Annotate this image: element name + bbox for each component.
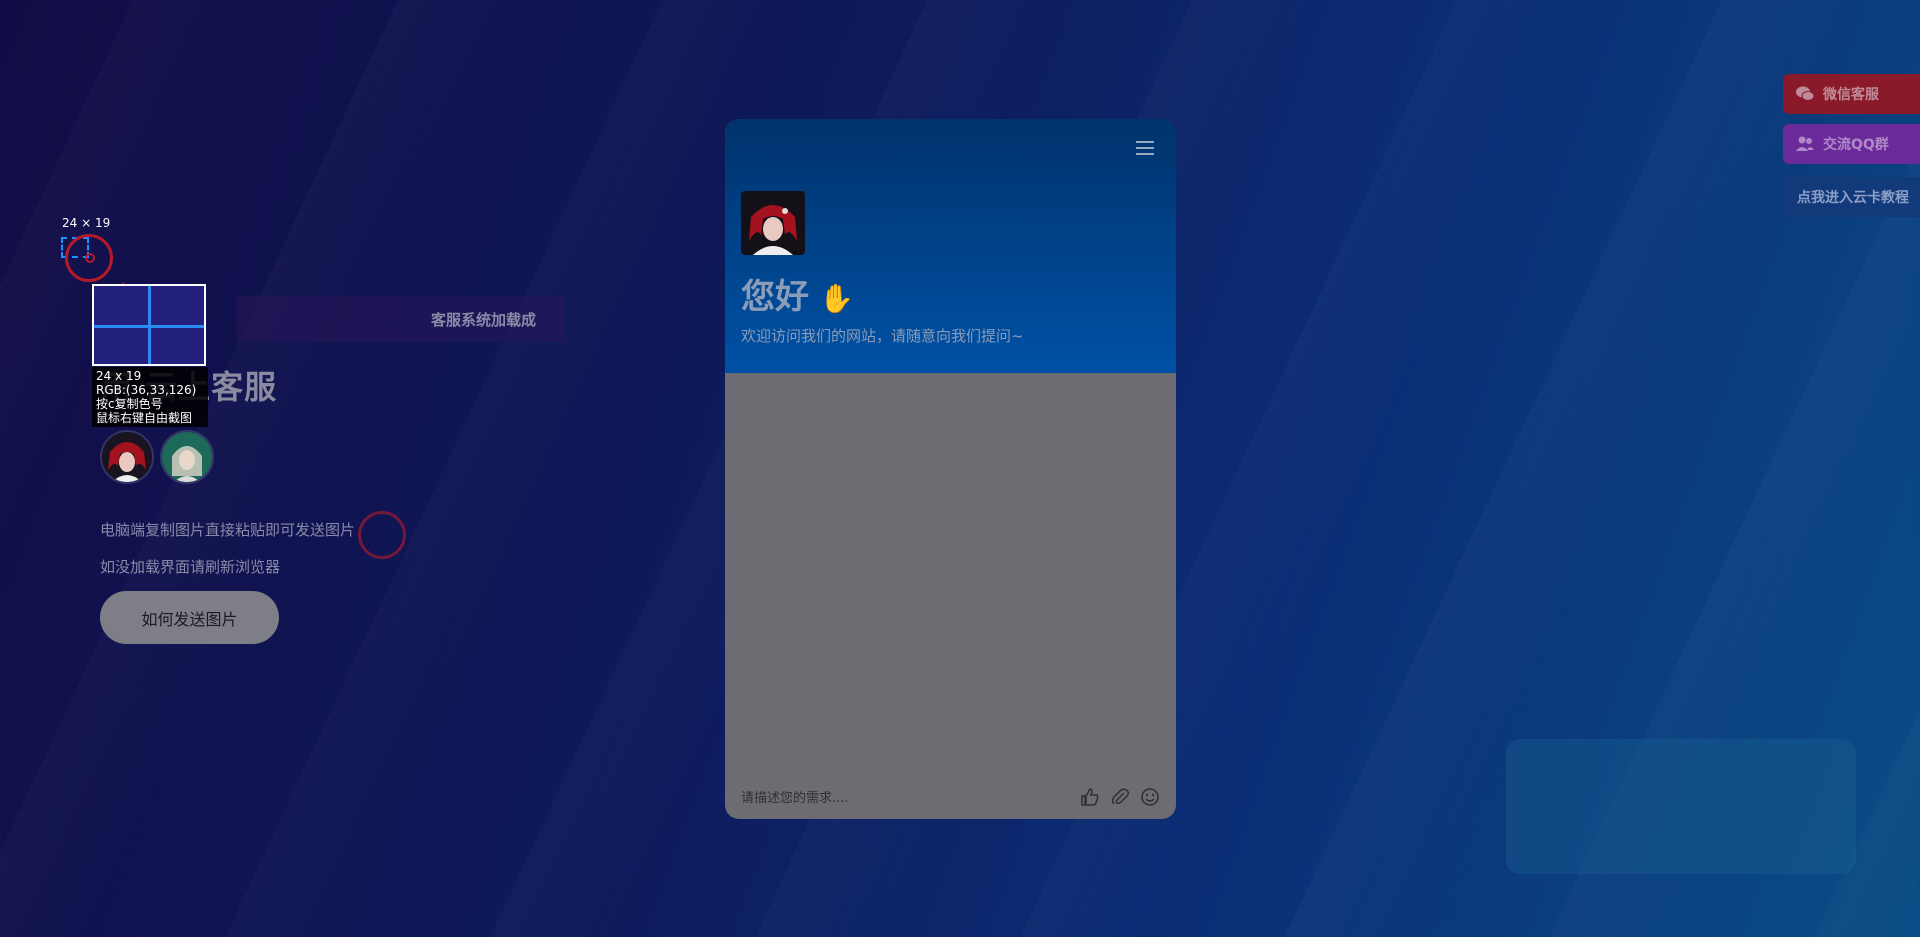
- selection-size-label: 24 × 19: [62, 216, 111, 230]
- chat-header: 您好 ✋ 欢迎访问我们的网站，请随意向我们提问~: [725, 119, 1176, 373]
- loaded-banner: 客服系统加载成: [236, 296, 564, 342]
- chat-message-input[interactable]: [741, 791, 1041, 806]
- agent-avatar-red: [100, 430, 154, 484]
- chat-greeting: 您好 ✋: [741, 277, 854, 317]
- wechat-icon: [1796, 86, 1815, 101]
- picker-size: 24 x 19: [96, 369, 142, 383]
- chat-widget: 您好 ✋ 欢迎访问我们的网站，请随意向我们提问~: [725, 119, 1176, 819]
- hero-hint-refresh: 如没加载界面请刷新浏览器: [100, 558, 281, 576]
- bottom-right-card: [1506, 739, 1856, 874]
- chat-toolbar: [1080, 787, 1160, 807]
- cursor-dot: [85, 253, 95, 263]
- chat-agent-avatar: [741, 191, 805, 255]
- picker-rgb: RGB:(36,33,126): [96, 383, 197, 397]
- hero-hint-paste: 电脑端复制图片直接粘贴即可发送图片: [100, 521, 356, 539]
- click-indicator-ring: [358, 511, 406, 559]
- picker-copy-hint: 按c复制色号: [96, 397, 163, 411]
- agent-avatars: [100, 430, 214, 484]
- thumbs-up-icon[interactable]: [1080, 787, 1100, 807]
- how-to-send-image-button[interactable]: 如何发送图片: [100, 591, 279, 644]
- color-picker-info: 24 x 19 RGB:(36,33,126) 按c复制色号 鼠标右键自由截图: [92, 367, 208, 427]
- chat-subtitle: 欢迎访问我们的网站，请随意向我们提问~: [741, 327, 1024, 345]
- tutorial-button[interactable]: 点我进入云卡教程: [1783, 177, 1920, 217]
- emoji-icon[interactable]: [1140, 787, 1160, 807]
- users-icon: [1796, 136, 1814, 151]
- magnifier-preview: [92, 284, 206, 366]
- menu-icon[interactable]: [1136, 141, 1154, 155]
- agent-avatar-teal: [160, 430, 214, 484]
- picker-capture-hint: 鼠标右键自由截图: [96, 411, 193, 425]
- attachment-icon[interactable]: [1110, 787, 1130, 807]
- qq-group-button[interactable]: 交流QQ群: [1783, 124, 1920, 164]
- waving-hand-icon: ✋: [819, 282, 854, 315]
- wechat-service-button[interactable]: 微信客服: [1783, 74, 1920, 114]
